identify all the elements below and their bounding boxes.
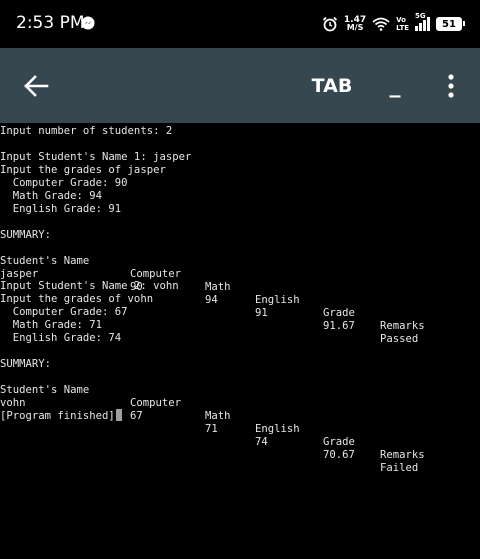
underscore-button[interactable]: _	[378, 72, 412, 100]
header-grade: Grade	[323, 307, 355, 319]
terminal-line: Computer Grade: 90	[0, 177, 128, 189]
summary-row: jasper 90 94 91 91.67 Passed	[0, 255, 480, 345]
volte-bottom: LTE	[396, 24, 409, 32]
tab-button[interactable]: TAB	[302, 72, 362, 100]
header-computer: Computer	[130, 397, 182, 409]
summary-header-row: Student's Name Computer Math English Gra…	[0, 371, 480, 461]
summary-label: SUMMARY:	[0, 358, 52, 370]
status-time: 2:53 PM	[16, 13, 85, 33]
summary-row: vohn 67 71 74 70.67 Failed	[0, 384, 480, 474]
terminal-line: Input the grades of vohn	[0, 293, 154, 305]
terminal-line: Input number of students: 2	[0, 125, 173, 137]
cell-math: 71	[205, 423, 218, 435]
cell-grade: 70.67	[323, 449, 355, 461]
messenger-icon	[81, 16, 95, 30]
terminal-line: Input the grades of jasper	[0, 164, 166, 176]
cell-computer: 67	[130, 410, 143, 422]
cell-math: 94	[205, 294, 218, 306]
header-remarks: Remarks	[380, 449, 425, 461]
summary-header-row: Student's Name Computer Math English Gra…	[0, 242, 480, 332]
signal-icon: 5G	[415, 12, 430, 31]
terminal-line: Math Grade: 71	[0, 319, 103, 331]
header-math: Math	[205, 281, 231, 293]
alarm-icon	[322, 16, 338, 32]
back-arrow-icon	[24, 75, 49, 97]
back-button[interactable]	[20, 70, 52, 102]
text-cursor	[115, 409, 122, 421]
header-english: English	[255, 294, 300, 306]
program-finished-line: [Program finished]	[0, 409, 122, 422]
terminal-line: Math Grade: 94	[0, 190, 103, 202]
net-speed-unit: M/S	[346, 23, 364, 32]
summary-label: SUMMARY:	[0, 229, 52, 241]
cell-english: 74	[255, 436, 268, 448]
terminal-output[interactable]: Input number of students: 2 Input Studen…	[0, 123, 480, 559]
cell-grade: 91.67	[323, 320, 355, 332]
cell-remarks: Passed	[380, 333, 419, 345]
terminal-line: English Grade: 74	[0, 332, 122, 344]
header-math: Math	[205, 410, 231, 422]
terminal-line: Input Student's Name 1: jasper	[0, 151, 192, 163]
battery-icon: 51	[436, 17, 465, 31]
program-finished-text: [Program finished]	[0, 410, 115, 422]
cell-english: 91	[255, 307, 268, 319]
more-options-button[interactable]	[436, 70, 466, 102]
wifi-icon	[372, 17, 390, 31]
volte-top: Vo	[396, 16, 406, 24]
header-grade: Grade	[323, 436, 355, 448]
more-vertical-icon	[448, 74, 454, 98]
status-bar: 2:53 PM 1.47 M/S Vo LTE 5G 51	[0, 0, 480, 48]
header-remarks: Remarks	[380, 320, 425, 332]
net-speed: 1.47 M/S	[344, 16, 366, 32]
toolbar: TAB _	[0, 48, 480, 123]
terminal-line: Computer Grade: 67	[0, 306, 128, 318]
network-type: 5G	[415, 12, 426, 20]
cell-remarks: Failed	[380, 462, 419, 474]
terminal-line: Input Student's Name 2: vohn	[0, 280, 179, 292]
header-english: English	[255, 423, 300, 435]
volte-indicator: Vo LTE	[396, 16, 409, 32]
terminal-line: English Grade: 91	[0, 203, 122, 215]
status-icons: 1.47 M/S Vo LTE 5G 51	[322, 12, 465, 35]
